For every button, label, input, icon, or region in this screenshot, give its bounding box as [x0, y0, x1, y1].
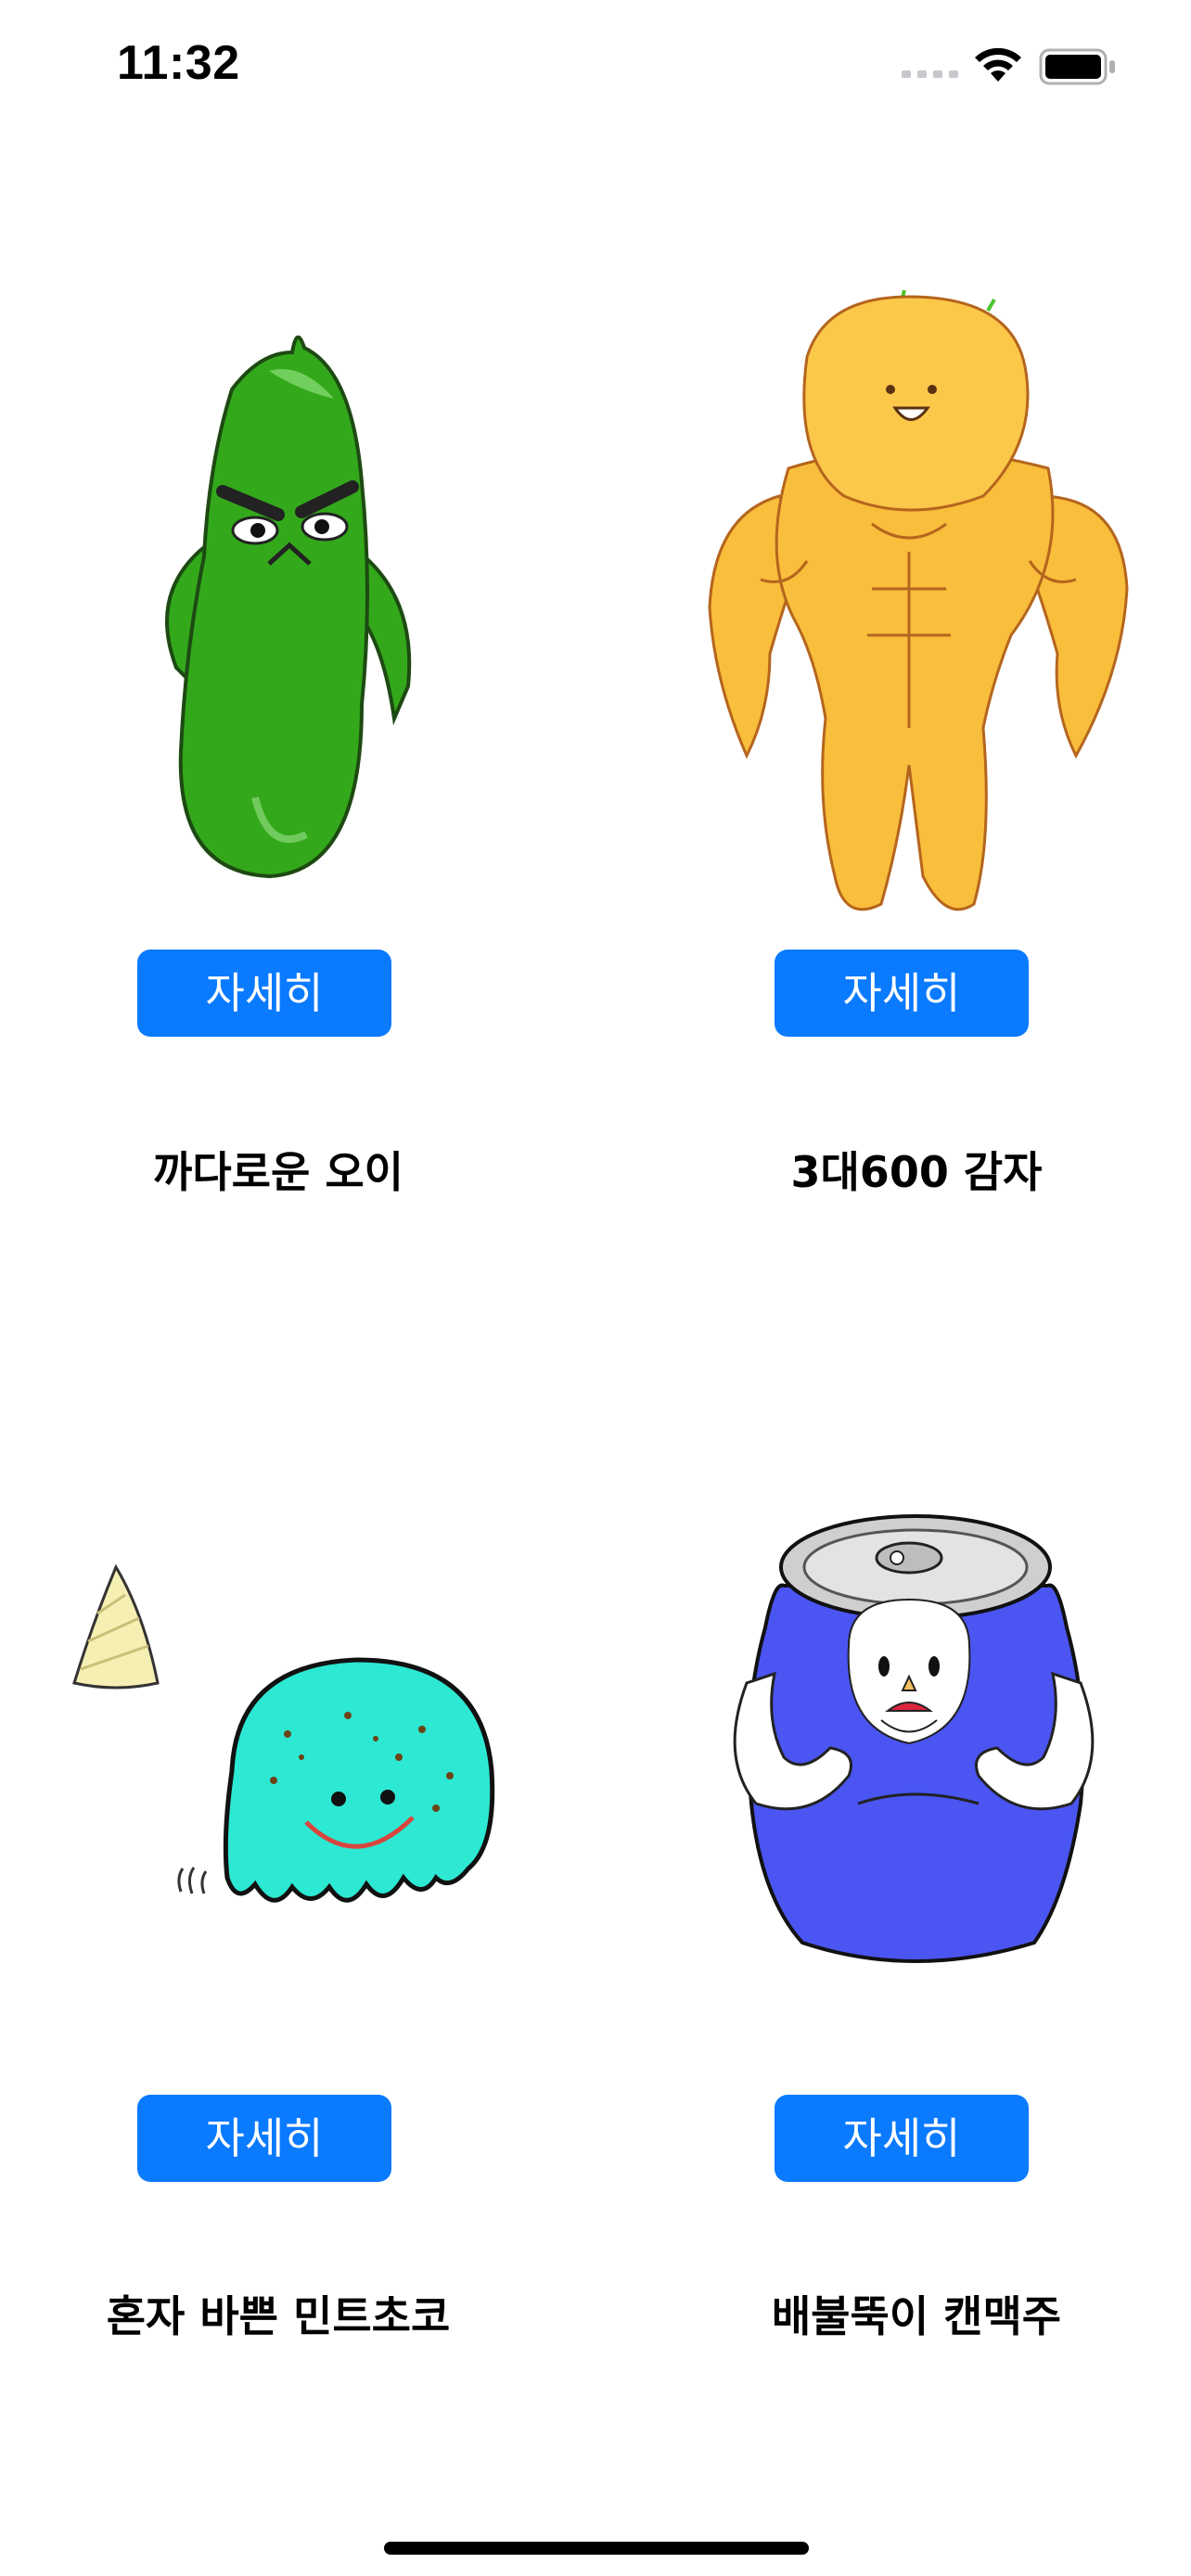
detail-button-beer-can[interactable]: 자세히 — [775, 2095, 1029, 2182]
item-name-beer-can: 배불뚝이 캔맥주 — [771, 2291, 1062, 2341]
muscular-potato-character-image — [708, 289, 1129, 912]
battery-icon — [1039, 48, 1115, 85]
wifi-icon — [975, 47, 1021, 82]
status-bar: 11:32 — [0, 0, 1191, 130]
mint-chocolate-blob-character-image — [72, 1563, 495, 1903]
item-name-mint-choco: 혼자 바쁜 민트초코 — [106, 2291, 451, 2341]
status-time: 11:32 — [117, 36, 240, 90]
item-name-potato: 3대600 감자 — [790, 1147, 1043, 1197]
beer-can-character-image — [733, 1514, 1095, 1963]
cellular-dots-icon — [902, 70, 958, 78]
cucumber-character-image — [165, 335, 412, 879]
item-name-cucumber: 까다로운 오이 — [153, 1147, 403, 1197]
detail-button-mint-choco[interactable]: 자세히 — [137, 2095, 391, 2182]
home-indicator[interactable] — [384, 2542, 809, 2555]
detail-button-potato[interactable]: 자세히 — [775, 950, 1029, 1037]
detail-button-cucumber[interactable]: 자세히 — [137, 950, 391, 1037]
